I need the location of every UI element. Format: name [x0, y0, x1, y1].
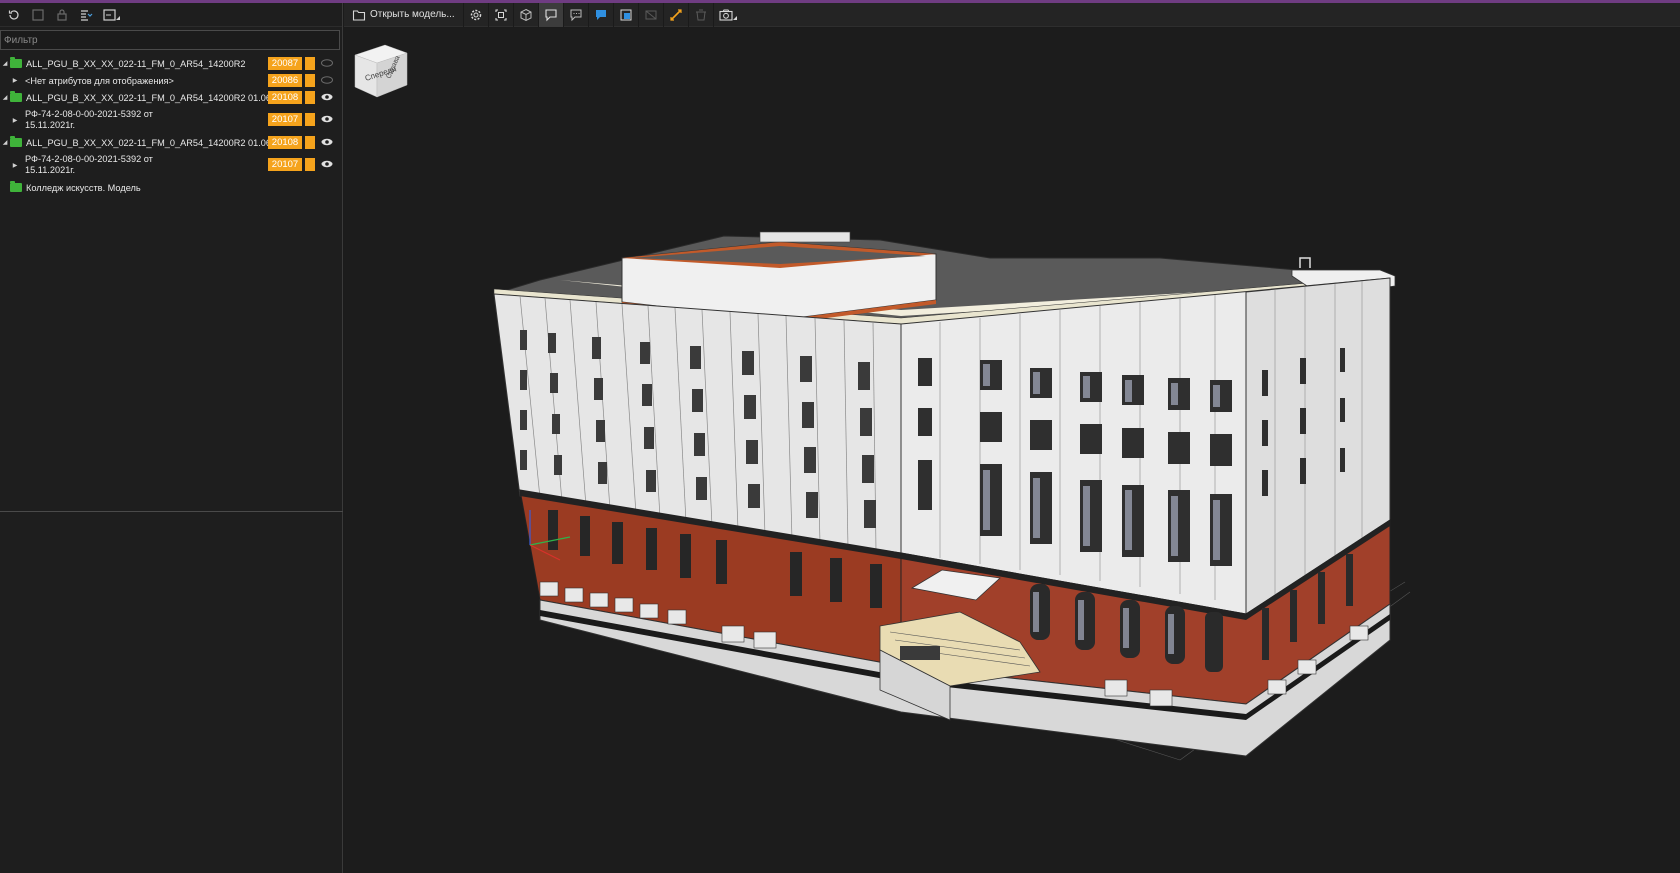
- model-tree: ◢ ALL_PGU_B_XX_XX_022-11_FM_0_AR54_14200…: [0, 55, 343, 196]
- hide-button[interactable]: [639, 2, 664, 27]
- expand-arrow-icon[interactable]: ◢: [0, 136, 10, 150]
- tree-item-label: РФ-74-2-08-0-00-2021-5392 от: [25, 109, 153, 119]
- tree-item-label: <Нет атрибутов для отображения>: [25, 75, 174, 86]
- model-folder-icon: [10, 136, 22, 147]
- tree-item[interactable]: Колледж искусств. Модель: [0, 179, 343, 196]
- frame-icon[interactable]: [28, 5, 48, 25]
- model-folder-icon: [10, 91, 22, 102]
- lock-icon[interactable]: [52, 5, 72, 25]
- delete-icon: [695, 9, 706, 20]
- selection-dropdown-icon[interactable]: [100, 5, 124, 25]
- tree-item-label: РФ-74-2-08-0-00-2021-5392 от: [25, 154, 153, 164]
- count-badge: 20086: [268, 74, 302, 87]
- section-box-button[interactable]: [614, 2, 639, 27]
- tree-item-label: ALL_PGU_B_XX_XX_022-11_FM_0_AR54_14200R2…: [26, 137, 272, 148]
- open-model-label: Открыть модель...: [370, 9, 455, 20]
- tree-item-label: ALL_PGU_B_XX_XX_022-11_FM_0_AR54_14200R2…: [26, 92, 272, 103]
- color-swatch[interactable]: [305, 57, 315, 70]
- expand-arrow-icon[interactable]: ◢: [0, 57, 10, 71]
- flag-icon: [595, 9, 606, 20]
- panel-divider: [0, 511, 343, 512]
- hide-icon: [645, 10, 657, 19]
- eye-icon[interactable]: [321, 93, 333, 101]
- expand-arrow-icon[interactable]: ◢: [0, 91, 10, 105]
- model-folder-icon: [10, 57, 22, 68]
- count-badge: 20108: [268, 91, 302, 104]
- model-folder-icon: [10, 181, 22, 192]
- tree-item-label-line2: 15.11.2021г.: [25, 120, 76, 130]
- fit-view-button[interactable]: [489, 2, 514, 27]
- camera-button[interactable]: [714, 3, 742, 27]
- delete-button[interactable]: [689, 2, 714, 27]
- tree-item[interactable]: ▶ <Нет атрибутов для отображения> 20086: [0, 72, 343, 89]
- tree-item-label: Колледж искусств. Модель: [26, 182, 141, 193]
- comment-list-button[interactable]: [564, 2, 589, 27]
- section-box-icon: [620, 9, 632, 20]
- open-model-button[interactable]: Открыть модель...: [344, 2, 464, 27]
- color-swatch[interactable]: [305, 136, 315, 149]
- color-swatch[interactable]: [305, 74, 315, 87]
- tree-toolbar: [0, 3, 342, 27]
- color-swatch[interactable]: [305, 91, 315, 104]
- fit-view-icon: [495, 8, 507, 21]
- measure-button[interactable]: [664, 2, 689, 27]
- settings-icon: [470, 9, 481, 20]
- 3d-viewport[interactable]: Спереди Справа: [344, 28, 1680, 873]
- tree-item[interactable]: ▶ РФ-74-2-08-0-00-2021-5392 от 15.11.202…: [0, 151, 343, 179]
- tree-item[interactable]: ◢ ALL_PGU_B_XX_XX_022-11_FM_0_AR54_14200…: [0, 134, 343, 151]
- open-folder-icon: [352, 9, 366, 21]
- camera-icon: [719, 9, 737, 21]
- viewer-toolbar: Открыть модель...: [344, 2, 1680, 27]
- count-badge: 20107: [268, 158, 302, 171]
- filter-input[interactable]: [0, 30, 340, 50]
- eye-icon[interactable]: [321, 115, 333, 123]
- eye-hidden-icon[interactable]: [321, 59, 333, 67]
- collapsed-arrow-icon[interactable]: ▶: [10, 113, 20, 127]
- comment-button[interactable]: [538, 2, 564, 27]
- comment-icon: [545, 8, 557, 21]
- model-tree-panel: ◢ ALL_PGU_B_XX_XX_022-11_FM_0_AR54_14200…: [0, 3, 343, 873]
- filter-list-icon[interactable]: [76, 5, 96, 25]
- color-swatch[interactable]: [305, 158, 315, 171]
- measure-icon: [670, 8, 682, 21]
- cube-icon: [520, 8, 532, 21]
- count-badge: 20108: [268, 136, 302, 149]
- flag-button[interactable]: [589, 2, 614, 27]
- color-swatch[interactable]: [305, 113, 315, 126]
- tree-item[interactable]: ◢ ALL_PGU_B_XX_XX_022-11_FM_0_AR54_14200…: [0, 89, 343, 106]
- eye-icon[interactable]: [321, 138, 333, 146]
- tree-item-label: ALL_PGU_B_XX_XX_022-11_FM_0_AR54_14200R2: [26, 58, 246, 69]
- count-badge: 20107: [268, 113, 302, 126]
- cube-view-button[interactable]: [514, 2, 539, 27]
- tree-item-label-line2: 15.11.2021г.: [25, 165, 76, 175]
- refresh-icon[interactable]: [4, 5, 24, 25]
- comment-list-icon: [570, 9, 582, 21]
- tree-item[interactable]: ◢ ALL_PGU_B_XX_XX_022-11_FM_0_AR54_14200…: [0, 55, 343, 72]
- collapsed-arrow-icon[interactable]: ▶: [10, 74, 20, 88]
- building-model[interactable]: [344, 28, 1680, 873]
- count-badge: 20087: [268, 57, 302, 70]
- tree-item[interactable]: ▶ РФ-74-2-08-0-00-2021-5392 от 15.11.202…: [0, 106, 343, 134]
- eye-hidden-icon[interactable]: [321, 76, 333, 84]
- collapsed-arrow-icon[interactable]: ▶: [10, 158, 20, 172]
- eye-icon[interactable]: [321, 160, 333, 168]
- settings-button[interactable]: [464, 2, 489, 27]
